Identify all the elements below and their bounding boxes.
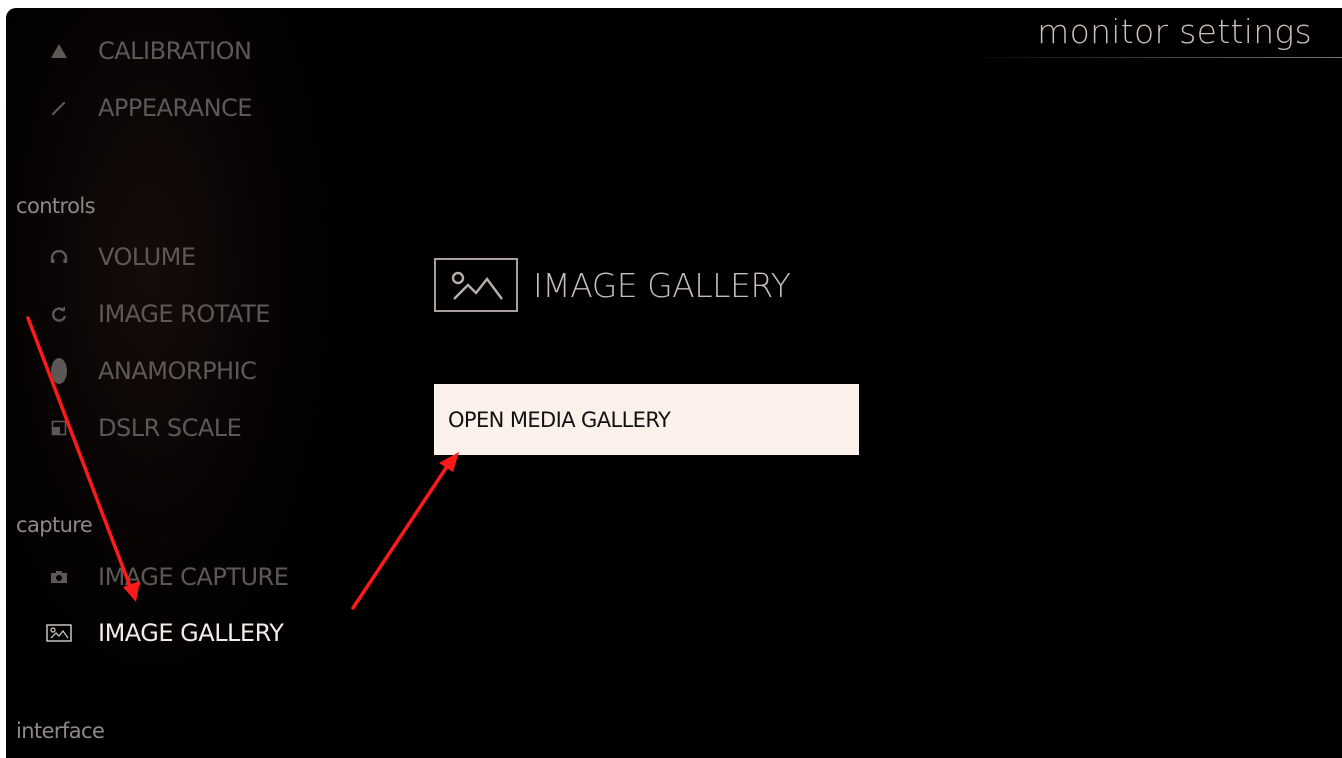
- sidebar-item-image-gallery[interactable]: IMAGE GALLERY: [6, 613, 284, 653]
- sidebar-item-label: APPEARANCE: [98, 94, 252, 122]
- sidebar-item-label: ANAMORPHIC: [98, 357, 257, 385]
- monitor-settings-screen: monitor settings CALIBRATION APPEARANCE …: [6, 8, 1342, 758]
- anamorphic-icon: [44, 356, 74, 386]
- sidebar-item-appearance[interactable]: APPEARANCE: [6, 88, 252, 128]
- panel-header: IMAGE GALLERY: [434, 258, 791, 312]
- sidebar-item-image-capture[interactable]: IMAGE CAPTURE: [6, 557, 289, 597]
- panel-title: IMAGE GALLERY: [533, 265, 791, 305]
- section-heading-capture: capture: [16, 513, 93, 537]
- section-heading-interface: interface: [16, 719, 105, 743]
- sidebar-item-volume[interactable]: VOLUME: [6, 237, 196, 277]
- sidebar-item-dslr-scale[interactable]: DSLR SCALE: [6, 408, 242, 448]
- sidebar-item-label: IMAGE ROTATE: [98, 300, 270, 328]
- sidebar-item-label: IMAGE CAPTURE: [98, 563, 289, 591]
- headphones-icon: [44, 242, 74, 272]
- sidebar-item-label: IMAGE GALLERY: [98, 619, 284, 647]
- sidebar-item-label: DSLR SCALE: [98, 414, 242, 442]
- screen-title: monitor settings: [1037, 12, 1312, 51]
- sidebar-item-label: VOLUME: [98, 243, 196, 271]
- title-divider: [962, 57, 1342, 58]
- scale-icon: [44, 413, 74, 443]
- rotate-icon: [44, 299, 74, 329]
- pen-icon: [44, 93, 74, 123]
- sidebar-item-image-rotate[interactable]: IMAGE ROTATE: [6, 294, 270, 334]
- sidebar-item-calibration[interactable]: CALIBRATION: [6, 31, 252, 71]
- image-icon: [44, 618, 74, 648]
- camera-icon: [44, 562, 74, 592]
- open-media-gallery-button[interactable]: OPEN MEDIA GALLERY: [434, 384, 859, 455]
- triangle-icon: [44, 36, 74, 66]
- image-icon: [434, 258, 518, 312]
- sidebar-item-label: CALIBRATION: [98, 37, 252, 65]
- sidebar-item-anamorphic[interactable]: ANAMORPHIC: [6, 351, 257, 391]
- section-heading-controls: controls: [16, 194, 96, 218]
